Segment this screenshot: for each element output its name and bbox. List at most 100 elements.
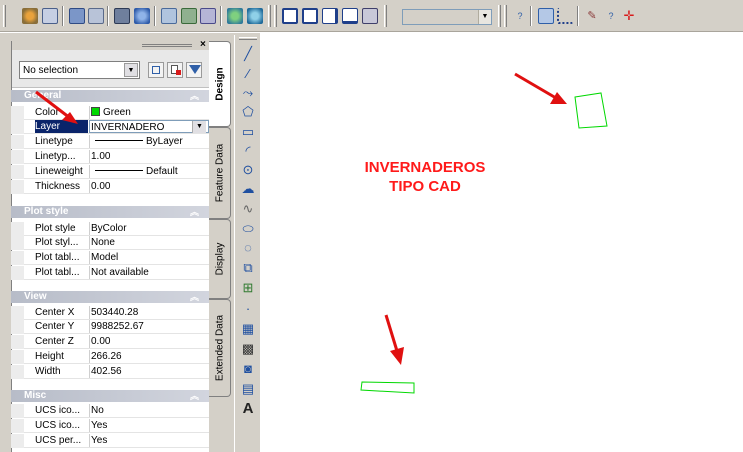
toolbar-grip[interactable] <box>498 5 501 27</box>
property-row-center-z[interactable]: Center Z 0.00 <box>11 335 209 349</box>
multiline-text-icon[interactable]: A <box>239 400 257 418</box>
quick-select-icon[interactable] <box>186 62 202 78</box>
insert-block-icon[interactable]: ⧉ <box>239 259 257 277</box>
convert-viewport-icon[interactable] <box>342 8 358 24</box>
property-row-ucs-icon-on[interactable]: UCS ico... No <box>11 404 209 418</box>
rectangle-icon[interactable]: ▭ <box>239 123 257 141</box>
polygon-icon[interactable]: ⬠ <box>239 103 257 121</box>
property-value[interactable]: Green <box>89 106 209 119</box>
property-value[interactable]: None <box>89 236 209 249</box>
region-icon[interactable]: ◙ <box>239 360 257 378</box>
gradient-icon[interactable]: ▩ <box>239 340 257 358</box>
property-value[interactable]: 266.26 <box>89 350 209 363</box>
layer-previous-icon[interactable] <box>181 8 197 24</box>
markup-icon[interactable] <box>114 8 130 24</box>
viewport-icon[interactable] <box>282 8 298 24</box>
help-icon[interactable]: ? <box>512 8 528 24</box>
property-value[interactable]: Not available <box>89 266 209 279</box>
property-value[interactable]: Yes <box>89 434 209 447</box>
toolbar-grip[interactable] <box>384 5 387 27</box>
snap-target-icon[interactable]: ✛ <box>621 8 637 24</box>
layer-states-icon[interactable] <box>200 8 216 24</box>
layer-dropdown[interactable]: INVERNADERO ▼ <box>89 120 209 133</box>
hatch-icon[interactable]: ▦ <box>239 320 257 338</box>
tool-palettes-icon[interactable] <box>69 8 85 24</box>
property-row-plot-style-table[interactable]: Plot styl... None <box>11 236 209 250</box>
property-row-plot-table-type[interactable]: Plot tabl... Not available <box>11 266 209 280</box>
section-misc-header[interactable]: Misc ︽ <box>11 390 209 402</box>
make-block-icon[interactable]: ⊞ <box>239 279 257 297</box>
property-row-ucs-icon-origin[interactable]: UCS ico... Yes <box>11 419 209 433</box>
chevron-down-icon[interactable]: ▼ <box>124 63 138 77</box>
section-view-header[interactable]: View ︽ <box>11 291 209 303</box>
collapse-icon[interactable]: ︽ <box>190 90 199 102</box>
selection-combo[interactable]: No selection ▼ <box>19 61 140 79</box>
toolbar-grip[interactable] <box>268 5 271 27</box>
property-row-center-x[interactable]: Center X 503440.28 <box>11 306 209 320</box>
collapse-icon[interactable]: ︽ <box>190 206 199 218</box>
property-value[interactable]: Default <box>89 165 209 178</box>
toolbar-grip[interactable] <box>239 37 257 40</box>
palette-grip[interactable] <box>142 44 192 47</box>
section-plot-style-header[interactable]: Plot style ︽ <box>11 206 209 218</box>
property-value[interactable]: Yes <box>89 419 209 432</box>
chevron-down-icon[interactable]: ▼ <box>192 121 206 133</box>
line-icon[interactable]: ╱ <box>239 45 257 63</box>
tab-feature-data[interactable]: Feature Data <box>209 127 231 219</box>
clip-viewport-icon[interactable] <box>362 8 378 24</box>
pencil-icon[interactable]: ✎ <box>584 8 600 24</box>
tab-display[interactable]: Display <box>209 219 231 299</box>
property-row-linetype[interactable]: Linetype ByLayer <box>11 135 209 149</box>
tab-extended-data[interactable]: Extended Data <box>209 299 231 397</box>
palette-titlebar[interactable]: × <box>12 39 210 50</box>
property-row-thickness[interactable]: Thickness 0.00 <box>11 180 209 194</box>
drawing-canvas[interactable]: INVERNADEROS TIPO CAD <box>261 33 743 452</box>
publish-web-icon[interactable] <box>247 8 263 24</box>
property-row-linetype-scale[interactable]: Linetyp... 1.00 <box>11 150 209 164</box>
toolbar-grip[interactable] <box>504 5 507 27</box>
property-row-width[interactable]: Width 402.56 <box>11 365 209 379</box>
property-value[interactable]: No <box>89 404 209 417</box>
collapse-icon[interactable]: ︽ <box>190 291 199 303</box>
sheet-set-icon[interactable] <box>88 8 104 24</box>
revision-cloud-icon[interactable]: ☁ <box>239 180 257 198</box>
property-value[interactable]: 0.00 <box>89 335 209 348</box>
property-row-center-y[interactable]: Center Y 9988252.67 <box>11 320 209 334</box>
circle-icon[interactable]: ⊙ <box>239 161 257 179</box>
property-value[interactable]: 0.00 <box>89 180 209 193</box>
chevron-down-icon[interactable]: ▼ <box>478 10 491 24</box>
table-icon[interactable]: ▤ <box>239 380 257 398</box>
quickcalc-icon[interactable] <box>134 8 150 24</box>
tab-design[interactable]: Design <box>209 41 231 127</box>
toggle-pickadd-icon[interactable] <box>148 62 164 78</box>
design-center-icon[interactable] <box>42 8 58 24</box>
property-row-lineweight[interactable]: Lineweight Default <box>11 165 209 179</box>
property-value[interactable]: 9988252.67 <box>89 320 209 333</box>
property-row-ucs-per-viewport[interactable]: UCS per... Yes <box>11 434 209 448</box>
spline-icon[interactable]: ∿ <box>239 200 257 218</box>
object-properties-icon[interactable] <box>22 8 38 24</box>
close-icon[interactable]: × <box>200 39 206 50</box>
property-row-plot-style[interactable]: Plot style ByColor <box>11 222 209 236</box>
globe-icon[interactable] <box>227 8 243 24</box>
property-row-height[interactable]: Height 266.26 <box>11 350 209 364</box>
select-objects-icon[interactable] <box>167 62 183 78</box>
property-value[interactable]: ByColor <box>89 222 209 235</box>
construction-line-icon[interactable]: ⁄ <box>239 65 257 83</box>
property-value[interactable]: Model <box>89 251 209 264</box>
viewport-scale-combo[interactable]: ▼ <box>402 9 492 25</box>
toolbar-grip[interactable] <box>274 5 277 27</box>
property-value[interactable]: 1.00 <box>89 150 209 163</box>
ellipse-arc-icon[interactable]: ◌ <box>239 239 257 257</box>
help-2-icon[interactable]: ? <box>603 8 619 24</box>
toolbar-grip[interactable] <box>3 5 6 27</box>
property-value[interactable]: 402.56 <box>89 365 209 378</box>
property-row-plot-table-attached[interactable]: Plot tabl... Model <box>11 251 209 265</box>
dbconnect-icon[interactable] <box>538 8 554 24</box>
layer-icon[interactable] <box>161 8 177 24</box>
property-value[interactable]: 503440.28 <box>89 306 209 319</box>
property-value[interactable]: ByLayer <box>89 135 209 148</box>
ellipse-icon[interactable]: ⬭ <box>239 220 257 238</box>
point-icon[interactable]: · <box>239 300 257 318</box>
single-viewport-icon[interactable] <box>302 8 318 24</box>
